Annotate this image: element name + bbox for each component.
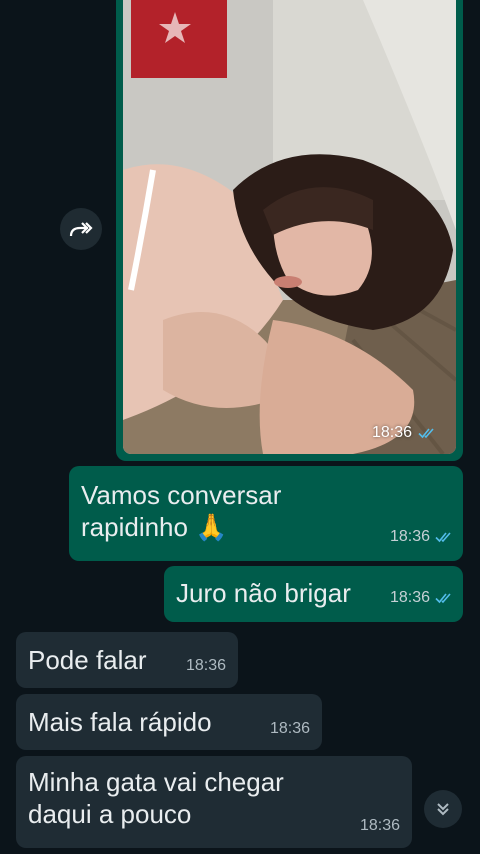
message-text: Pode falar <box>28 645 147 675</box>
double-check-icon <box>418 428 434 439</box>
message-bubble-in[interactable]: Pode falar 18:36 <box>16 632 238 688</box>
photo-thumbnail[interactable]: 18:36 <box>123 0 456 454</box>
message-meta: 18:36 <box>390 521 453 553</box>
message-meta: 18:36 <box>186 650 226 682</box>
message-text: Minha gata vai chegar daqui a pouco <box>28 767 284 829</box>
double-chevron-down-icon <box>437 803 449 816</box>
forward-button[interactable] <box>60 208 102 250</box>
message-time: 18:36 <box>371 424 412 441</box>
forward-icon <box>69 222 93 237</box>
double-check-icon <box>435 593 451 604</box>
message-time: 18:36 <box>389 528 430 545</box>
message-meta: 18:36 <box>270 713 310 745</box>
double-check-icon <box>435 532 451 543</box>
message-bubble-out[interactable]: Vamos conversar rapidinho 🙏 18:36 <box>69 466 463 561</box>
message-bubble-out[interactable]: Juro não brigar 18:36 <box>164 566 463 622</box>
message-meta: 18:36 <box>390 582 453 614</box>
message-time: 18:36 <box>269 720 310 737</box>
message-text: Mais fala rápido <box>28 707 212 737</box>
message-bubble-in[interactable]: Minha gata vai chegar daqui a pouco 18:3… <box>16 756 412 848</box>
scroll-to-bottom-button[interactable] <box>424 790 462 828</box>
message-meta: 18:36 <box>360 810 400 842</box>
chat-area: 18:36 Vamos conversar rapidinho 🙏 18:36 <box>0 0 480 854</box>
message-bubble-in[interactable]: Mais fala rápido 18:36 <box>16 694 322 750</box>
message-text: Juro não brigar <box>176 578 351 608</box>
image-message-meta: 18:36 <box>372 424 436 442</box>
message-time: 18:36 <box>359 817 400 834</box>
message-time: 18:36 <box>185 657 226 674</box>
message-text: Vamos conversar rapidinho 🙏 <box>81 480 282 542</box>
message-time: 18:36 <box>389 589 430 606</box>
image-message[interactable]: 18:36 <box>116 0 463 461</box>
